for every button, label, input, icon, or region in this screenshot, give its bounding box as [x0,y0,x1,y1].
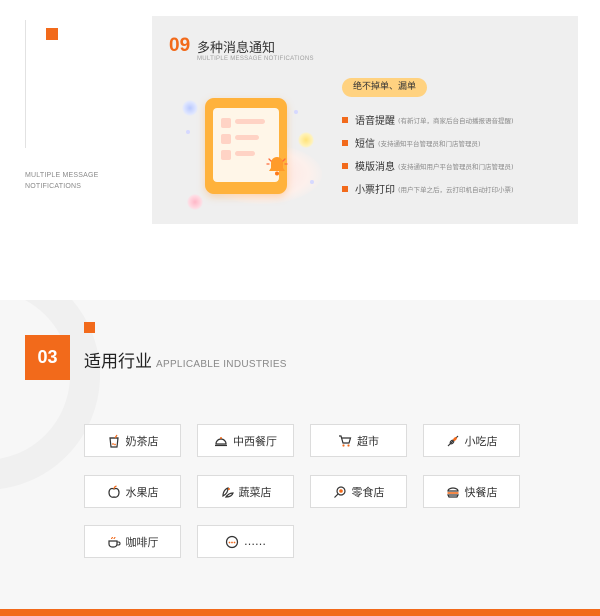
feature-sms: 短信 (支持通知平台管理员和门店管理员) [342,135,481,150]
industry-label: 蔬菜店 [238,485,272,499]
side-caption-line-1: MULTIPLE MESSAGE [25,172,99,179]
industry-fruit-store[interactable]: 水果店 [84,475,181,508]
industry-snack-store[interactable]: 零食店 [310,475,407,508]
feature-number: 09 [169,35,191,56]
industry-label: 水果店 [125,485,159,499]
feature-receipt-print: 小票打印 (用户下单之后，云打印机自动打印小票) [342,181,514,196]
section-title: 适用行业 [84,352,152,372]
feature-desc: (支持通知用户平台管理员和门店管理员) [398,162,514,171]
apple-icon [107,484,120,498]
phone-icon [205,98,288,194]
industry-vegetable-store[interactable]: 蔬菜店 [197,475,294,508]
industry-milk-tea[interactable]: 奶茶店 [84,424,181,457]
coffee-cup-icon [107,536,120,548]
industry-label: 中西餐厅 [233,434,277,448]
section-title-en: APPLICABLE INDUSTRIES [156,359,287,370]
industry-label: 奶茶店 [125,434,159,448]
feature-voice-alert: 语音提醒 (有新订单，商家后台自动播报语音提醒) [342,112,514,127]
industry-label: 小吃店 [464,434,498,448]
feature-name: 语音提醒 [355,116,395,127]
shopping-cart-icon [339,434,352,447]
side-caption-line-2: NOTIFICATIONS [25,183,82,190]
feature-name: 小票打印 [355,185,395,196]
industry-label: 超市 [357,434,379,448]
spark-dot [310,180,314,184]
accent-square [84,322,95,333]
section-number-badge: 03 [25,335,70,380]
accent-square [46,28,58,40]
burger-icon [446,486,459,498]
more-icon [225,535,239,548]
vegetable-icon [221,486,234,498]
bullet-icon [342,162,348,169]
skewer-icon [447,435,458,446]
pink-bubble-icon [187,194,203,210]
bell-icon [266,157,288,176]
industry-label: 咖啡厅 [125,535,159,549]
industry-restaurant[interactable]: 中西餐厅 [197,424,294,457]
blue-bubble-icon [182,100,198,116]
feature-desc: (用户下单之后，云打印机自动打印小票) [398,185,514,194]
feature-template-message: 模版消息 (支持通知用户平台管理员和门店管理员) [342,158,514,173]
industry-cafe[interactable]: 咖啡厅 [84,525,181,558]
industry-fast-food[interactable]: 快餐店 [423,475,520,508]
bullet-icon [342,139,348,146]
industry-label: 快餐店 [464,485,498,499]
notification-illustration [182,84,332,219]
bullet-icon [342,185,348,192]
bullet-icon [342,116,348,123]
lollipop-icon [333,485,346,498]
industry-more[interactable]: …… [197,525,294,558]
feature-name: 短信 [355,139,375,150]
feature-subtitle: MULTIPLE MESSAGE NOTIFICATIONS [197,56,314,62]
feature-desc: (有新订单，商家后台自动播报语音提醒) [398,116,514,125]
side-caption: MULTIPLE MESSAGE NOTIFICATIONS [25,170,135,192]
section-heading: 适用行业 APPLICABLE INDUSTRIES [84,347,287,372]
notification-feature-panel: 09 多种消息通知 MULTIPLE MESSAGE NOTIFICATIONS [152,16,578,224]
bottom-accent-bar [0,609,600,616]
industry-snack-bar[interactable]: 小吃店 [423,424,520,457]
industry-label: …… [244,535,266,548]
spark-dot [294,110,298,114]
industry-label: 零食店 [351,485,385,499]
feature-desc: (支持通知平台管理员和门店管理员) [378,139,481,148]
industry-supermarket[interactable]: 超市 [310,424,407,457]
spark-dot [186,130,190,134]
milk-tea-icon [108,434,119,448]
feature-name: 模版消息 [355,162,395,173]
yellow-bubble-icon [298,132,314,148]
feature-title: 多种消息通知 [197,41,276,56]
no-missed-orders-badge: 绝不掉单、漏单 [342,78,427,97]
cloche-icon [215,436,227,446]
vertical-divider [25,20,26,148]
